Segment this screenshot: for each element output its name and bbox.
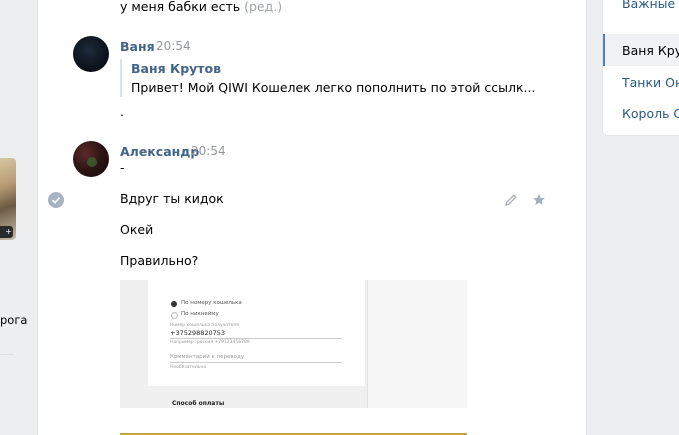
star-icon[interactable] [532,193,546,207]
message-time[interactable]: 20:54 [191,144,226,158]
forward-text: Привет! Мой QIWI Кошелек легко пополнить… [131,80,536,95]
screenshot-form: По номеру кошелька По никнейму Номер кош… [148,280,365,386]
message-text: Вдруг ты кидок [120,191,224,206]
left-caption: рога [0,313,28,327]
message-text: - [120,160,125,175]
message-time[interactable]: 20:54 [156,39,191,53]
screenshot-text: Комментарий к переводу [170,354,245,360]
author-name[interactable]: Ваня [120,39,155,54]
attached-screenshot[interactable]: По номеру кошелька По никнейму Номер кош… [120,280,467,408]
divider [170,338,342,339]
screenshot-text: Способ оплаты [172,400,225,407]
left-photo-badge: + [0,226,13,238]
pencil-icon[interactable] [504,193,518,207]
screenshot-text: Например: россия +79123456789 [170,340,250,345]
author-name[interactable]: Александр [120,144,199,159]
radio-icon [171,312,178,319]
forward-author[interactable]: Ваня Крутов [131,61,221,76]
menu-item-important[interactable]: Важные [622,0,675,11]
menu-item-label: Ваня Крутов [622,43,679,58]
message-text: у меня бабки есть (ред.) [120,0,282,14]
screenshot-text: По никнейму [181,311,219,317]
menu-item-vanya[interactable]: Ваня Крутов [603,34,679,66]
check-icon[interactable] [48,192,64,208]
edited-label[interactable]: (ред.) [244,0,282,14]
divider [170,362,342,363]
menu-item-tanki[interactable]: Танки Онлайн [622,75,679,90]
message-text: Правильно? [120,253,199,268]
avatar[interactable] [73,36,109,72]
message-text: . [120,104,124,119]
forwarded-message[interactable]: Ваня Крутов Привет! Мой QIWI Кошелек лег… [120,59,535,97]
chat-history: у меня бабки есть (ред.) Ваня 20:54 Ваня… [37,0,587,435]
message-text: Окей [120,222,154,237]
message-body: у меня бабки есть [120,0,241,14]
menu-item-korol[interactable]: Король С [622,106,679,121]
screenshot-text: По номеру кошелька [181,300,242,306]
left-column: + рога [0,0,37,435]
screenshot-text: Необязательно [170,365,207,370]
dialogs-menu: Важные Ваня Крутов Танки Онлайн Король С [602,0,679,136]
radio-icon [171,301,177,307]
screenshot-text: Номер кошелька получателя [170,323,240,328]
screenshot-sidebar [367,280,467,408]
divider [0,354,14,355]
screenshot-text: +375298820753 [170,329,226,337]
avatar[interactable] [73,141,109,177]
